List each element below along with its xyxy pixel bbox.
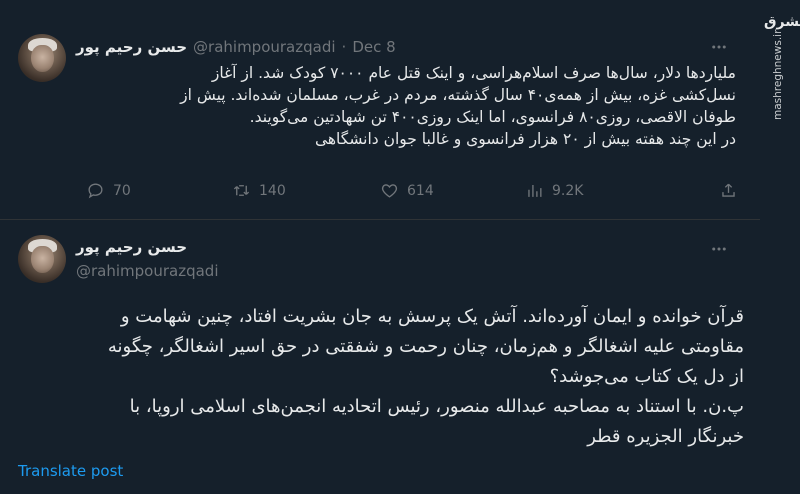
tweet-body: قرآن خوانده و ایمان آورده‌اند. آتش یک پر…: [18, 302, 744, 452]
tweet-line: در این چند هفته بیش از ۲۰ هزار فرانسوی و…: [314, 130, 736, 148]
share-button[interactable]: [719, 181, 738, 200]
like-button[interactable]: 614: [380, 181, 434, 200]
author-avatar[interactable]: [18, 235, 66, 283]
views-button[interactable]: 9.2K: [525, 181, 583, 200]
reply-count: 70: [113, 182, 131, 199]
like-count: 614: [407, 182, 434, 199]
views-chart-icon: [528, 184, 542, 197]
more-dots-icon: [712, 247, 726, 251]
tweet-date[interactable]: Dec 8: [352, 38, 395, 56]
author-avatar[interactable]: [18, 34, 66, 82]
retweet-icon: [233, 185, 250, 196]
more-options-button[interactable]: [710, 38, 728, 60]
heart-icon: [381, 184, 398, 198]
display-name[interactable]: حسن رحیم پور: [76, 238, 187, 256]
header-separator: ·: [341, 38, 347, 56]
mashregh-logo: مشرق: [764, 14, 800, 30]
tweet-line: مقاومتی علیه اشغالگر و هم‌زمان، چنان رحم…: [107, 336, 744, 357]
display-name[interactable]: حسن رحیم پور: [76, 38, 187, 56]
tweet-line: قرآن خوانده و ایمان آورده‌اند. آتش یک پر…: [120, 306, 744, 327]
handle[interactable]: @rahimpourazqadi: [193, 38, 336, 56]
tweet-line: خبرنگار الجزیره قطر: [587, 426, 744, 447]
watermark-url: mashreghnews.ir: [772, 29, 784, 120]
tweet-line: پ.ن. با استناد به مصاحبه عبدالله منصور، …: [129, 396, 744, 417]
translate-post-link[interactable]: Translate post: [18, 462, 123, 480]
tweet-line: نسل‌کشی غزه، بیش از همه‌ی۴۰ سال گذشته، م…: [180, 86, 736, 104]
retweet-count: 140: [259, 182, 286, 199]
tweet-line: ملیاردها دلار، سال‌ها صرف اسلام‌هراسی، و…: [211, 64, 736, 82]
tweet-divider: [0, 219, 760, 220]
handle[interactable]: @rahimpourazqadi: [76, 262, 219, 280]
share-icon: [722, 183, 735, 197]
views-count: 9.2K: [552, 182, 584, 199]
watermark: مشرق mashreghnews.ir: [760, 0, 800, 494]
more-dots-icon: [712, 45, 726, 49]
retweet-button[interactable]: 140: [232, 181, 286, 200]
tweet-line: از دل یک کتاب می‌جوشد؟: [549, 366, 744, 387]
tweet-body: ملیاردها دلار، سال‌ها صرف اسلام‌هراسی، و…: [76, 62, 736, 150]
reply-button[interactable]: 70: [86, 181, 131, 200]
tweet-header: حسن رحیم پور @rahimpourazqadi · Dec 8: [76, 36, 396, 58]
reply-icon: [88, 183, 103, 199]
tweet-line: طوفان الاقصی، روزی۸۰ فرانسوی، اما اینک ر…: [249, 108, 736, 126]
more-options-button[interactable]: [710, 240, 728, 262]
